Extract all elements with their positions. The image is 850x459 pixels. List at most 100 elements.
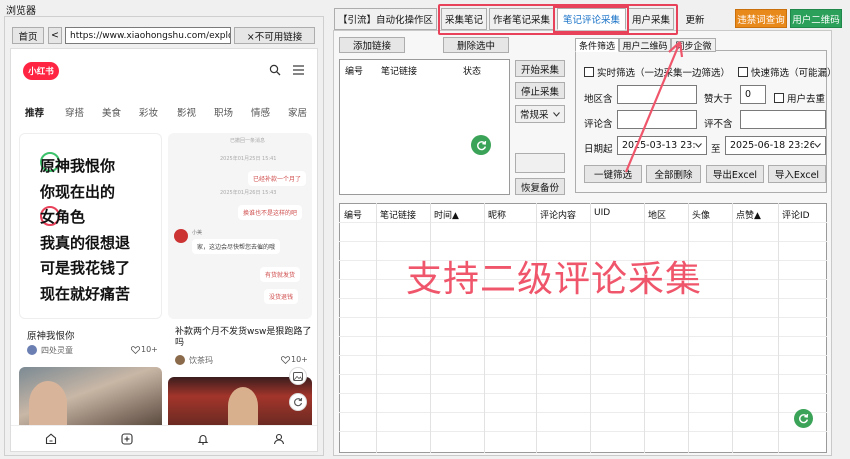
card-1-line-3: 我真的很想退 <box>40 233 131 252</box>
import-excel-button[interactable]: 导入Excel <box>768 165 826 183</box>
results-column-url[interactable]: 笔记链接 <box>380 208 416 221</box>
tab-collect-notes[interactable]: 采集笔记 <box>441 8 487 30</box>
refresh-icon[interactable] <box>794 409 813 428</box>
chat-sender-name: 小美 <box>192 230 203 236</box>
table-row <box>339 241 827 242</box>
checkbox-box <box>774 93 784 103</box>
add-link-button[interactable]: 添加链接 <box>339 37 405 53</box>
chat-bubble-5: 没货退钱 <box>264 289 299 304</box>
chat-timestamp-2: 2025年01月26日 15:43 <box>220 190 277 196</box>
results-column-region[interactable]: 地区 <box>648 208 666 221</box>
heart-icon[interactable] <box>131 346 140 354</box>
heart-icon[interactable] <box>281 356 290 364</box>
avatar <box>27 345 37 355</box>
column-divider <box>376 203 377 453</box>
results-column-avatar[interactable]: 头像 <box>692 208 710 221</box>
category-tab-5[interactable]: 职场 <box>214 105 233 119</box>
note-card-2-cover[interactable]: 已撤回一条消息 2025年01月25日 15:41 已经补款一个月了 2025年… <box>168 133 312 319</box>
tab-author-notes[interactable]: 作者笔记采集 <box>489 8 554 30</box>
category-tab-1[interactable]: 穿搭 <box>65 105 84 119</box>
bell-icon[interactable] <box>197 433 209 445</box>
table-row <box>339 412 827 413</box>
results-column-uid[interactable]: UID <box>594 208 610 218</box>
refresh-icon[interactable] <box>471 135 491 155</box>
restore-backup-button[interactable]: 恢复备份 <box>515 178 565 195</box>
card-1-line-0: 原神我恨你 <box>40 157 116 175</box>
refresh-icon[interactable] <box>289 393 307 411</box>
card-1-caption[interactable]: 原神我恨你 <box>27 328 75 342</box>
user-dedupe-checkbox[interactable]: 用户去重 <box>774 91 825 105</box>
category-tab-6[interactable]: 情感 <box>251 105 270 119</box>
mode-select-value: 常规采 <box>520 110 549 121</box>
date-to-picker[interactable]: 2025-06-18 23:26 <box>725 136 826 155</box>
links-column-id[interactable]: 编号 <box>345 64 363 77</box>
chat-timestamp-1: 2025年01月25日 15:41 <box>220 156 277 162</box>
category-tab-2[interactable]: 美食 <box>102 105 121 119</box>
stop-collect-button[interactable]: 停止采集 <box>515 82 565 99</box>
blank-panel <box>515 153 565 173</box>
export-excel-button[interactable]: 导出Excel <box>706 165 764 183</box>
links-list[interactable] <box>339 59 510 195</box>
column-divider <box>430 203 431 453</box>
note-card-3-cover[interactable] <box>19 367 162 425</box>
disabled-link-button[interactable]: ×不可用链接 <box>234 27 315 44</box>
tab-automation[interactable]: 【引流】自动化操作区 <box>334 8 437 30</box>
profile-icon[interactable] <box>273 433 285 445</box>
results-column-nickname[interactable]: 昵称 <box>488 208 506 221</box>
card-2-author: 饮茶玛 <box>189 356 213 365</box>
card-1-likes: 10+ <box>141 345 158 354</box>
home-button[interactable]: 首页 <box>12 27 44 44</box>
card-1-line-4: 可是我花钱了 <box>40 259 131 277</box>
column-divider <box>484 203 485 453</box>
ban-word-button[interactable]: 违禁词查询 <box>735 9 787 28</box>
home-icon[interactable] <box>45 433 57 445</box>
card-1-cover-text: 原神我恨你 你现在出的 女角色 我真的很想退 可是我花钱了 现在就好痛苦 <box>40 154 130 307</box>
card-2-caption-line-1: 吗 <box>175 338 185 348</box>
user-dedupe-label: 用户去重 <box>787 94 826 105</box>
results-column-likes[interactable]: 点赞▲ <box>736 208 761 221</box>
column-divider <box>688 203 689 453</box>
links-column-url[interactable]: 笔记链接 <box>381 64 417 77</box>
likes-gt-input[interactable]: 0 <box>740 85 766 104</box>
table-row <box>339 374 827 375</box>
avatar <box>175 355 185 365</box>
menu-icon[interactable] <box>293 65 304 75</box>
note-card-1-cover[interactable]: 原神我恨你 你现在出的 女角色 我真的很想退 可是我花钱了 现在就好痛苦 <box>19 133 162 319</box>
card-2-caption[interactable]: 补款两个月不发货wsw是狠跑路了 吗 <box>175 327 311 349</box>
category-tab-4[interactable]: 影视 <box>177 105 196 119</box>
results-column-comment[interactable]: 评论内容 <box>540 208 576 221</box>
table-row <box>339 355 827 356</box>
start-collect-button[interactable]: 开始采集 <box>515 60 565 77</box>
qr-code-button[interactable]: 用户二维码 <box>790 9 842 28</box>
results-column-id[interactable]: 编号 <box>344 208 362 221</box>
card-1-line-2: 女角色 <box>40 208 86 226</box>
card-1-line-5: 现在就好痛苦 <box>40 284 131 303</box>
checkbox-box <box>584 67 594 77</box>
column-divider <box>778 203 779 453</box>
annotation-arrow <box>624 41 684 173</box>
image-icon[interactable] <box>289 367 307 385</box>
results-column-time[interactable]: 时间▲ <box>434 208 459 221</box>
mode-select[interactable]: 常规采 <box>515 105 565 123</box>
webview: 小红书 推荐 穿搭 美食 彩妆 影视 职场 情感 家居 原神我恨你 你现在出的 … <box>10 48 318 452</box>
category-tab-0[interactable]: 推荐 <box>25 105 44 119</box>
person-photo <box>228 387 258 425</box>
chat-bubble-1: 已经补款一个月了 <box>248 171 307 186</box>
comment-excludes-input[interactable] <box>740 110 826 129</box>
links-column-status[interactable]: 状态 <box>463 64 481 77</box>
card-2-caption-line-0: 补款两个月不发货wsw是狠跑路了 <box>175 327 312 337</box>
url-input[interactable]: https://www.xiaohongshu.com/explor <box>65 27 231 44</box>
xhs-logo[interactable]: 小红书 <box>23 62 59 80</box>
remove-selected-button[interactable]: 删除选中 <box>443 37 509 53</box>
search-icon[interactable] <box>269 64 281 76</box>
results-column-comment-id[interactable]: 评论ID <box>782 208 810 221</box>
column-divider <box>644 203 645 453</box>
category-tab-7[interactable]: 家居 <box>288 105 307 119</box>
table-row <box>339 336 827 337</box>
fast-filter-checkbox[interactable]: 快速筛选（可能漏） <box>738 65 837 79</box>
fast-filter-label: 快速筛选（可能漏） <box>751 68 837 79</box>
back-button[interactable]: < <box>48 27 62 44</box>
category-tab-3[interactable]: 彩妆 <box>139 105 158 119</box>
publish-icon[interactable] <box>121 433 133 445</box>
card-2-likes: 10+ <box>291 355 308 364</box>
